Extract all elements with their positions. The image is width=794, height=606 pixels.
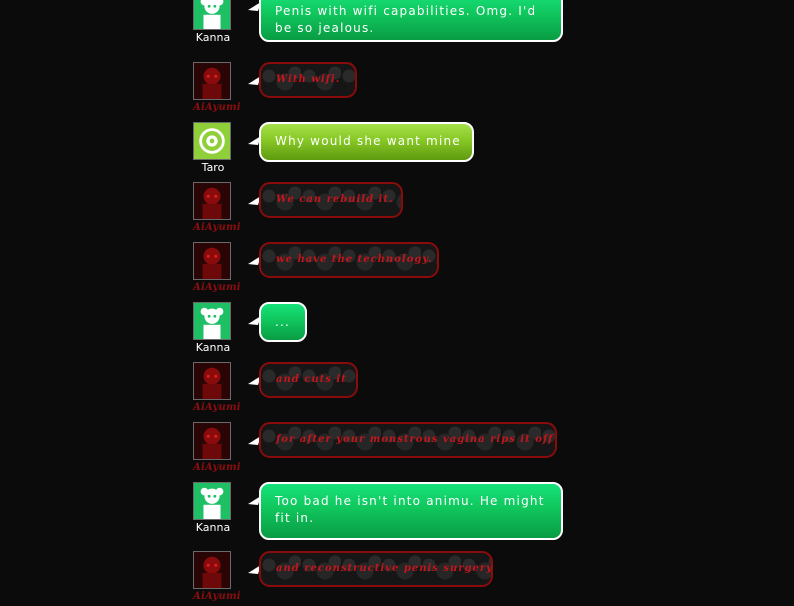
aiayumi-avatar-icon[interactable] — [193, 551, 231, 589]
username-label[interactable]: Kanna — [193, 32, 233, 44]
username-label[interactable]: AiAyumi — [193, 591, 241, 603]
username-label[interactable]: AiAyumi — [193, 462, 241, 474]
message-text: we have the technology. — [276, 254, 433, 265]
message-text: Why would she want mine — [275, 134, 461, 148]
chat-log: Kanna Penis with wifi capabilities. Omg.… — [0, 0, 794, 606]
message-author: AiAyumi — [193, 422, 241, 474]
message-bubble: we have the technology. — [259, 242, 439, 278]
username-label[interactable]: AiAyumi — [193, 402, 241, 414]
aiayumi-avatar-icon[interactable] — [193, 242, 231, 280]
message-bubble: Too bad he isn't into animu. He might fi… — [259, 482, 563, 540]
aiayumi-avatar-icon[interactable] — [193, 62, 231, 100]
message-bubble: Penis with wifi capabilities. Omg. I'd b… — [259, 0, 563, 42]
message-author: Kanna — [193, 302, 233, 354]
message-bubble: and cuts it — [259, 362, 358, 398]
kanna-avatar-icon[interactable] — [193, 0, 231, 30]
aiayumi-avatar-icon[interactable] — [193, 422, 231, 460]
username-label[interactable]: AiAyumi — [193, 222, 241, 234]
message-text: We can rebuild it. — [276, 194, 394, 205]
kanna-avatar-icon[interactable] — [193, 302, 231, 340]
message-bubble: and reconstructive penis surgery — [259, 551, 493, 587]
message-author: AiAyumi — [193, 242, 241, 294]
username-label[interactable]: Kanna — [193, 342, 233, 354]
message-author: AiAyumi — [193, 551, 241, 603]
message-author: AiAyumi — [193, 62, 241, 114]
message-text: and reconstructive penis surgery — [276, 563, 493, 574]
message-bubble: With wifi. — [259, 62, 357, 98]
kanna-avatar-icon[interactable] — [193, 482, 231, 520]
aiayumi-avatar-icon[interactable] — [193, 362, 231, 400]
message-bubble: for after your monstrous vagina rips it … — [259, 422, 557, 458]
taro-avatar-icon[interactable] — [193, 122, 231, 160]
message-text: ... — [275, 315, 291, 329]
username-label[interactable]: Taro — [193, 162, 233, 174]
message-bubble: Why would she want mine — [259, 122, 474, 162]
message-author: AiAyumi — [193, 362, 241, 414]
message-text-line-2: fit in. — [275, 511, 315, 525]
message-bubble: We can rebuild it. — [259, 182, 403, 218]
username-label[interactable]: Kanna — [193, 522, 233, 534]
username-label[interactable]: AiAyumi — [193, 282, 241, 294]
message-bubble: ... — [259, 302, 307, 342]
message-text: and cuts it — [276, 374, 347, 385]
message-author: Taro — [193, 122, 233, 174]
message-text: Penis with wifi capabilities. Omg. I'd — [275, 4, 537, 18]
message-author: Kanna — [193, 482, 233, 534]
message-text: Too bad he isn't into animu. He might — [275, 494, 545, 508]
username-label[interactable]: AiAyumi — [193, 102, 241, 114]
aiayumi-avatar-icon[interactable] — [193, 182, 231, 220]
message-text: With wifi. — [276, 74, 341, 85]
message-author: Kanna — [193, 0, 233, 44]
message-author: AiAyumi — [193, 182, 241, 234]
message-text-line-2: be so jealous. — [275, 21, 375, 35]
message-text: for after your monstrous vagina rips it … — [276, 434, 554, 445]
